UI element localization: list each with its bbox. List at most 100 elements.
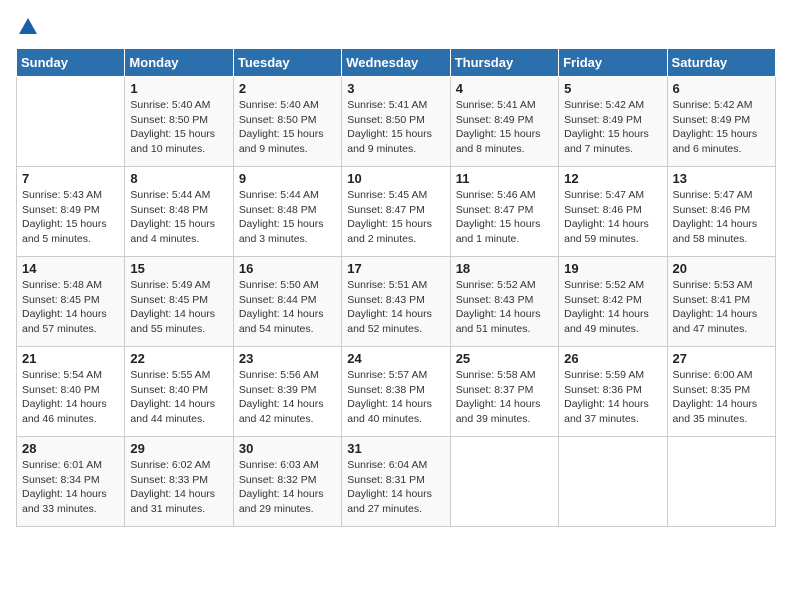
- day-number: 30: [239, 441, 336, 456]
- day-cell: 31 Sunrise: 6:04 AM Sunset: 8:31 PM Dayli…: [342, 437, 450, 527]
- day-cell: [17, 77, 125, 167]
- header-day-tuesday: Tuesday: [233, 49, 341, 77]
- day-number: 20: [673, 261, 770, 276]
- day-number: 28: [22, 441, 119, 456]
- day-info: Sunrise: 5:42 AM Sunset: 8:49 PM Dayligh…: [564, 98, 661, 157]
- day-number: 13: [673, 171, 770, 186]
- header-day-monday: Monday: [125, 49, 233, 77]
- day-info: Sunrise: 5:47 AM Sunset: 8:46 PM Dayligh…: [673, 188, 770, 247]
- day-number: 1: [130, 81, 227, 96]
- day-info: Sunrise: 5:52 AM Sunset: 8:42 PM Dayligh…: [564, 278, 661, 337]
- day-info: Sunrise: 6:01 AM Sunset: 8:34 PM Dayligh…: [22, 458, 119, 517]
- day-cell: 29Sunrise: 6:02 AM Sunset: 8:33 PM Dayli…: [125, 437, 233, 527]
- day-cell: 19Sunrise: 5:52 AM Sunset: 8:42 PM Dayli…: [559, 257, 667, 347]
- day-cell: 21 Sunrise: 5:54 AM Sunset: 8:40 PM Dayli…: [17, 347, 125, 437]
- day-cell: 8 Sunrise: 5:44 AM Sunset: 8:48 PM Daylig…: [125, 167, 233, 257]
- logo-triangle-icon: [17, 16, 39, 38]
- day-number: 16: [239, 261, 336, 276]
- day-number: 29: [130, 441, 227, 456]
- day-info: Sunrise: 6:04 AM Sunset: 8:31 PM Dayligh…: [347, 458, 444, 517]
- day-number: 21: [22, 351, 119, 366]
- day-number: 26: [564, 351, 661, 366]
- day-cell: 30 Sunrise: 6:03 AM Sunset: 8:32 PM Dayli…: [233, 437, 341, 527]
- day-info: Sunrise: 5:42 AM Sunset: 8:49 PM Dayligh…: [673, 98, 770, 157]
- day-cell: 26 Sunrise: 5:59 AM Sunset: 8:36 PM Dayli…: [559, 347, 667, 437]
- day-info: Sunrise: 6:03 AM Sunset: 8:32 PM Dayligh…: [239, 458, 336, 517]
- day-cell: [667, 437, 775, 527]
- day-info: Sunrise: 5:41 AM Sunset: 8:49 PM Dayligh…: [456, 98, 553, 157]
- page-header: [16, 16, 776, 38]
- day-info: Sunrise: 6:00 AM Sunset: 8:35 PM Dayligh…: [673, 368, 770, 427]
- week-row-5: 28 Sunrise: 6:01 AM Sunset: 8:34 PM Dayli…: [17, 437, 776, 527]
- day-number: 12: [564, 171, 661, 186]
- day-info: Sunrise: 5:40 AM Sunset: 8:50 PM Dayligh…: [239, 98, 336, 157]
- day-number: 10: [347, 171, 444, 186]
- day-number: 14: [22, 261, 119, 276]
- calendar-body: 1 Sunrise: 5:40 AM Sunset: 8:50 PM Daylig…: [17, 77, 776, 527]
- day-cell: 20 Sunrise: 5:53 AM Sunset: 8:41 PM Dayli…: [667, 257, 775, 347]
- day-info: Sunrise: 5:53 AM Sunset: 8:41 PM Dayligh…: [673, 278, 770, 337]
- day-cell: 22Sunrise: 5:55 AM Sunset: 8:40 PM Dayli…: [125, 347, 233, 437]
- week-row-3: 14 Sunrise: 5:48 AM Sunset: 8:45 PM Dayli…: [17, 257, 776, 347]
- day-info: Sunrise: 5:56 AM Sunset: 8:39 PM Dayligh…: [239, 368, 336, 427]
- day-cell: 18Sunrise: 5:52 AM Sunset: 8:43 PM Dayli…: [450, 257, 558, 347]
- week-row-4: 21 Sunrise: 5:54 AM Sunset: 8:40 PM Dayli…: [17, 347, 776, 437]
- day-info: Sunrise: 5:58 AM Sunset: 8:37 PM Dayligh…: [456, 368, 553, 427]
- day-cell: 10Sunrise: 5:45 AM Sunset: 8:47 PM Dayli…: [342, 167, 450, 257]
- day-cell: 6 Sunrise: 5:42 AM Sunset: 8:49 PM Daylig…: [667, 77, 775, 167]
- calendar-header: SundayMondayTuesdayWednesdayThursdayFrid…: [17, 49, 776, 77]
- day-number: 2: [239, 81, 336, 96]
- day-number: 5: [564, 81, 661, 96]
- day-info: Sunrise: 5:59 AM Sunset: 8:36 PM Dayligh…: [564, 368, 661, 427]
- day-cell: 7 Sunrise: 5:43 AM Sunset: 8:49 PM Daylig…: [17, 167, 125, 257]
- header-day-thursday: Thursday: [450, 49, 558, 77]
- day-info: Sunrise: 5:54 AM Sunset: 8:40 PM Dayligh…: [22, 368, 119, 427]
- day-cell: 25 Sunrise: 5:58 AM Sunset: 8:37 PM Dayli…: [450, 347, 558, 437]
- day-cell: [450, 437, 558, 527]
- day-cell: [559, 437, 667, 527]
- day-number: 23: [239, 351, 336, 366]
- day-info: Sunrise: 5:44 AM Sunset: 8:48 PM Dayligh…: [130, 188, 227, 247]
- day-number: 3: [347, 81, 444, 96]
- header-day-sunday: Sunday: [17, 49, 125, 77]
- day-number: 25: [456, 351, 553, 366]
- day-info: Sunrise: 5:48 AM Sunset: 8:45 PM Dayligh…: [22, 278, 119, 337]
- day-cell: 5 Sunrise: 5:42 AM Sunset: 8:49 PM Daylig…: [559, 77, 667, 167]
- day-number: 9: [239, 171, 336, 186]
- day-cell: 17 Sunrise: 5:51 AM Sunset: 8:43 PM Dayli…: [342, 257, 450, 347]
- day-info: Sunrise: 5:49 AM Sunset: 8:45 PM Dayligh…: [130, 278, 227, 337]
- day-number: 24: [347, 351, 444, 366]
- header-day-wednesday: Wednesday: [342, 49, 450, 77]
- day-info: Sunrise: 5:55 AM Sunset: 8:40 PM Dayligh…: [130, 368, 227, 427]
- day-info: Sunrise: 5:44 AM Sunset: 8:48 PM Dayligh…: [239, 188, 336, 247]
- day-info: Sunrise: 5:51 AM Sunset: 8:43 PM Dayligh…: [347, 278, 444, 337]
- day-info: Sunrise: 5:41 AM Sunset: 8:50 PM Dayligh…: [347, 98, 444, 157]
- day-cell: 24Sunrise: 5:57 AM Sunset: 8:38 PM Dayli…: [342, 347, 450, 437]
- header-day-saturday: Saturday: [667, 49, 775, 77]
- day-number: 15: [130, 261, 227, 276]
- day-number: 8: [130, 171, 227, 186]
- day-number: 4: [456, 81, 553, 96]
- day-number: 31: [347, 441, 444, 456]
- day-cell: 1Sunrise: 5:40 AM Sunset: 8:50 PM Daylig…: [125, 77, 233, 167]
- day-info: Sunrise: 5:43 AM Sunset: 8:49 PM Dayligh…: [22, 188, 119, 247]
- week-row-2: 7 Sunrise: 5:43 AM Sunset: 8:49 PM Daylig…: [17, 167, 776, 257]
- day-number: 6: [673, 81, 770, 96]
- day-cell: 14 Sunrise: 5:48 AM Sunset: 8:45 PM Dayli…: [17, 257, 125, 347]
- day-number: 7: [22, 171, 119, 186]
- day-number: 17: [347, 261, 444, 276]
- day-cell: 15 Sunrise: 5:49 AM Sunset: 8:45 PM Dayli…: [125, 257, 233, 347]
- day-cell: 23 Sunrise: 5:56 AM Sunset: 8:39 PM Dayli…: [233, 347, 341, 437]
- header-day-friday: Friday: [559, 49, 667, 77]
- day-info: Sunrise: 5:52 AM Sunset: 8:43 PM Dayligh…: [456, 278, 553, 337]
- calendar-table: SundayMondayTuesdayWednesdayThursdayFrid…: [16, 48, 776, 527]
- day-info: Sunrise: 5:50 AM Sunset: 8:44 PM Dayligh…: [239, 278, 336, 337]
- day-cell: 9 Sunrise: 5:44 AM Sunset: 8:48 PM Daylig…: [233, 167, 341, 257]
- day-cell: 12Sunrise: 5:47 AM Sunset: 8:46 PM Dayli…: [559, 167, 667, 257]
- header-row: SundayMondayTuesdayWednesdayThursdayFrid…: [17, 49, 776, 77]
- day-info: Sunrise: 5:46 AM Sunset: 8:47 PM Dayligh…: [456, 188, 553, 247]
- day-cell: 13 Sunrise: 5:47 AM Sunset: 8:46 PM Dayli…: [667, 167, 775, 257]
- day-cell: 2 Sunrise: 5:40 AM Sunset: 8:50 PM Daylig…: [233, 77, 341, 167]
- day-number: 27: [673, 351, 770, 366]
- day-cell: 3 Sunrise: 5:41 AM Sunset: 8:50 PM Daylig…: [342, 77, 450, 167]
